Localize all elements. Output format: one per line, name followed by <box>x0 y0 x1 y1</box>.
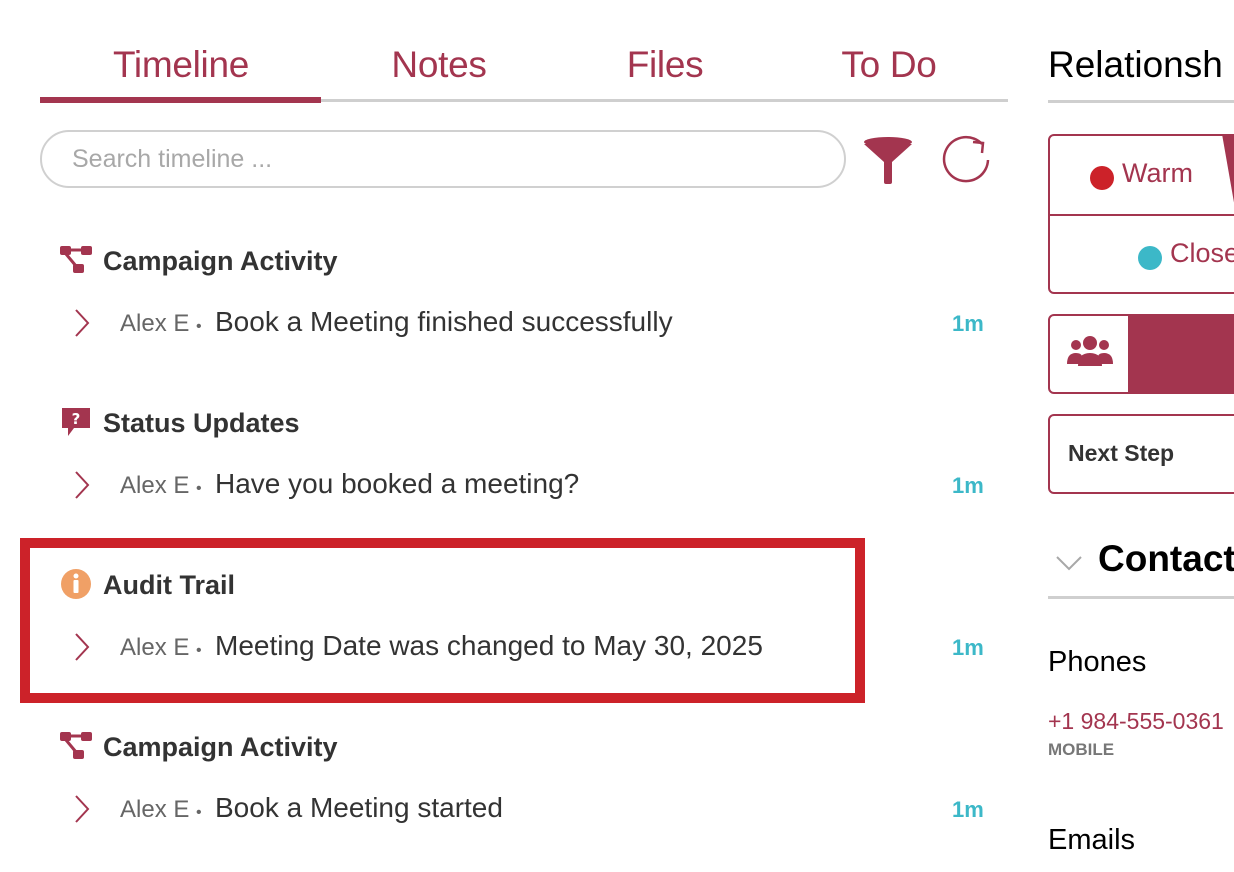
funnel-icon <box>864 137 912 184</box>
next-step-field[interactable]: Next Step <box>1048 414 1234 494</box>
campaign-flow-icon <box>60 246 92 273</box>
emails-heading: Emails <box>1048 824 1136 856</box>
separator-dot: • <box>196 804 202 821</box>
separator-dot: • <box>196 318 202 335</box>
entry-time: 1m <box>952 311 984 336</box>
contact-section-title[interactable]: Contact <box>1098 538 1234 580</box>
separator-dot: • <box>196 642 202 659</box>
relationship-option-close[interactable]: Close <box>1050 216 1234 292</box>
refresh-button[interactable] <box>942 134 994 186</box>
entry-text: Have you booked a meeting? <box>215 468 580 499</box>
people-selected-fill <box>1128 316 1234 392</box>
phone-type-label: MOBILE <box>1048 740 1115 759</box>
entry-author: Alex E • <box>120 472 202 500</box>
group-title: Audit Trail <box>103 570 236 600</box>
relationship-selector: Warm Close <box>1048 134 1234 294</box>
svg-text:?: ? <box>72 410 81 428</box>
close-status-dot <box>1138 246 1162 270</box>
search-input[interactable] <box>40 130 846 188</box>
author-name: Alex E <box>120 472 190 499</box>
chevron-down-icon[interactable] <box>1054 552 1084 574</box>
filter-button[interactable] <box>862 136 914 186</box>
relationship-title: Relationsh <box>1048 44 1223 85</box>
author-name: Alex E <box>120 310 190 337</box>
close-label: Close <box>1170 238 1234 268</box>
group-title: Campaign Activity <box>103 246 338 276</box>
relationship-divider <box>1048 100 1234 103</box>
timeline-tabs: Timeline Notes Files To Do <box>40 36 1008 104</box>
entry-time: 1m <box>952 797 984 822</box>
people-selector[interactable] <box>1048 314 1234 394</box>
entry-author: Alex E • <box>120 634 202 662</box>
entry-time: 1m <box>952 635 984 660</box>
phone-number-link[interactable]: +1 984-555-0361 <box>1048 708 1224 735</box>
tab-timeline[interactable]: Timeline <box>60 44 302 86</box>
chevron-right-icon[interactable] <box>70 306 94 340</box>
warm-label: Warm <box>1122 158 1193 188</box>
group-title: Status Updates <box>103 408 300 438</box>
relationship-option-warm[interactable]: Warm <box>1050 136 1234 214</box>
refresh-icon <box>942 135 990 183</box>
contact-divider <box>1048 596 1234 599</box>
phones-heading: Phones <box>1048 646 1147 678</box>
entry-text: Book a Meeting started <box>215 792 503 823</box>
active-tab-indicator <box>40 97 321 103</box>
entry-text: Meeting Date was changed to May 30, 2025 <box>215 630 763 661</box>
chevron-right-icon[interactable] <box>70 468 94 502</box>
entry-author: Alex E • <box>120 796 202 824</box>
tab-to-do[interactable]: To Do <box>768 44 1010 86</box>
author-name: Alex E <box>120 796 190 823</box>
chevron-right-icon[interactable] <box>70 630 94 664</box>
author-name: Alex E <box>120 634 190 661</box>
warm-status-dot <box>1090 166 1114 190</box>
campaign-flow-icon <box>60 732 92 759</box>
entry-time: 1m <box>952 473 984 498</box>
chevron-right-icon[interactable] <box>70 792 94 826</box>
info-icon <box>61 569 91 599</box>
tab-files[interactable]: Files <box>544 44 786 86</box>
entry-author: Alex E • <box>120 310 202 338</box>
next-step-label: Next Step <box>1068 440 1175 466</box>
group-title: Campaign Activity <box>103 732 338 762</box>
separator-dot: • <box>196 480 202 497</box>
tab-notes[interactable]: Notes <box>318 44 560 86</box>
people-group-icon <box>1067 336 1113 366</box>
question-bubble-icon: ? <box>62 408 90 436</box>
entry-text: Book a Meeting finished successfully <box>215 306 673 337</box>
highlight-box <box>20 538 865 703</box>
